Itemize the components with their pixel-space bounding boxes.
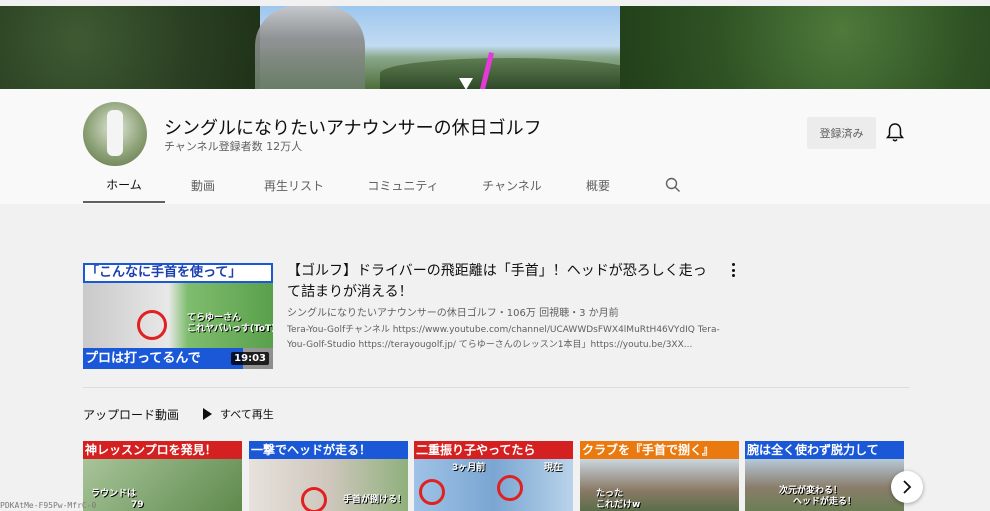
duration-badge: 19:03 — [231, 352, 269, 365]
card-banner-text: 二重振り子やってたら — [414, 441, 573, 459]
subscriber-count: チャンネル登録者数 12万人 — [164, 140, 303, 153]
card-highlight-circle — [497, 475, 523, 501]
status-url-peek: PDKAtMe-F95Pw-MfrC-0 — [0, 501, 97, 510]
featured-video-description: Tera-You-Golfチャンネル https://www.youtube.c… — [287, 325, 720, 350]
banner-triangle-mark — [459, 78, 473, 89]
card-highlight-circle — [419, 479, 445, 505]
featured-video-meta: シングルになりたいアナウンサーの休日ゴルフ・106万 回視聴・3 か月前 — [287, 308, 619, 319]
tab-community[interactable]: コミュニティ — [347, 167, 459, 203]
section-divider — [83, 387, 910, 388]
play-all-label: すべて再生 — [220, 408, 274, 421]
bell-icon[interactable] — [885, 122, 905, 144]
video-card[interactable]: 一撃でヘッドが走る！ 手首が捌ける！ — [249, 441, 408, 511]
thumbnail-highlight-circle — [137, 310, 167, 340]
uploads-shelf-title[interactable]: アップロード動画 — [83, 406, 179, 423]
tab-channels[interactable]: チャンネル — [459, 167, 565, 203]
featured-video-title[interactable]: 【ゴルフ】ドライバーの飛距離は「手首」！ヘッドが恐ろしく走って詰まりが消える！ — [287, 261, 707, 303]
video-card[interactable]: 二重振り子やってたら 3ヶ月前 現在 — [414, 441, 573, 511]
banner-trees-left — [0, 6, 260, 89]
video-card[interactable]: クラブを『手首で捌く』 たった これだけw — [580, 441, 739, 511]
card-thumbnail: 3ヶ月前 現在 — [414, 459, 573, 511]
card-highlight-circle — [301, 487, 327, 511]
subscribed-button[interactable]: 登録済み — [807, 117, 876, 149]
card-banner-text: クラブを『手首で捌く』 — [580, 441, 739, 459]
uploads-shelf: 神レッスンプロを発見！ ラウンドは 79 一撃でヘッドが走る！ 手首が捌ける！ … — [83, 441, 910, 511]
card-thumbnail: たった これだけw — [580, 459, 739, 511]
tab-home[interactable]: ホーム — [83, 167, 165, 203]
channel-avatar[interactable] — [83, 102, 147, 166]
banner-trees-right — [620, 6, 990, 89]
card-thumbnail: ラウンドは 79 — [83, 459, 242, 511]
featured-video-thumbnail[interactable]: 「こんなに手首を使って」 てらゆーさん これヤバいっす(ToT) プロは打ってる… — [83, 263, 273, 369]
card-thumbnail: 手首が捌ける！ — [249, 459, 408, 511]
play-all-button[interactable]: すべて再生 — [203, 406, 274, 422]
channel-banner — [0, 6, 990, 89]
thumbnail-bottom-text: プロは打ってるんで — [83, 348, 243, 369]
chevron-right-icon — [903, 480, 912, 494]
channel-tabs: ホーム 動画 再生リスト コミュニティ チャンネル 概要 — [83, 167, 685, 203]
thumbnail-top-text: 「こんなに手首を使って」 — [83, 263, 273, 283]
search-icon[interactable] — [661, 167, 685, 203]
video-card[interactable]: 神レッスンプロを発見！ ラウンドは 79 — [83, 441, 242, 511]
video-card[interactable]: 腕は全く使わず脱力して 次元が変わる！ ヘッドが走る！ — [745, 441, 904, 511]
shelf-next-button[interactable] — [891, 471, 923, 503]
card-thumbnail: 次元が変わる！ ヘッドが走る！ — [745, 459, 904, 511]
tab-about[interactable]: 概要 — [565, 167, 631, 203]
more-options-icon[interactable] — [727, 262, 739, 278]
thumbnail-caption: てらゆーさん これヤバいっす(ToT) — [187, 313, 273, 334]
channel-name: シングルになりたいアナウンサーの休日ゴルフ — [164, 118, 542, 139]
banner-golfer — [255, 6, 365, 89]
banner-hills — [380, 58, 640, 89]
play-icon — [203, 408, 212, 420]
card-banner-text: 腕は全く使わず脱力して — [745, 441, 904, 459]
channel-header: シングルになりたいアナウンサーの休日ゴルフ チャンネル登録者数 12万人 登録済… — [0, 89, 990, 204]
card-banner-text: 一撃でヘッドが走る！ — [249, 441, 408, 459]
tab-videos[interactable]: 動画 — [165, 167, 241, 203]
card-banner-text: 神レッスンプロを発見！ — [83, 441, 242, 459]
tab-playlists[interactable]: 再生リスト — [241, 167, 347, 203]
